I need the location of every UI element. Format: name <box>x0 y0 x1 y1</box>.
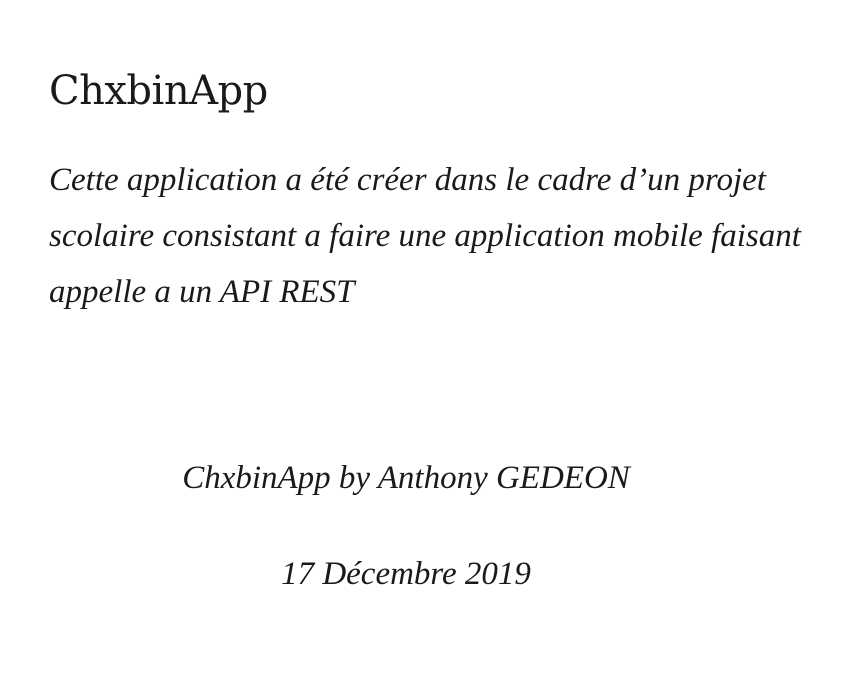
document-page: ChxbinApp Cette application a été créer … <box>0 0 866 700</box>
document-date: 17 Décembre 2019 <box>281 556 531 592</box>
document-description: Cette application a été créer dans le ca… <box>49 162 801 310</box>
document-title: ChxbinApp <box>49 68 268 114</box>
author-credit: ChxbinApp by Anthony GEDEON <box>182 460 630 496</box>
